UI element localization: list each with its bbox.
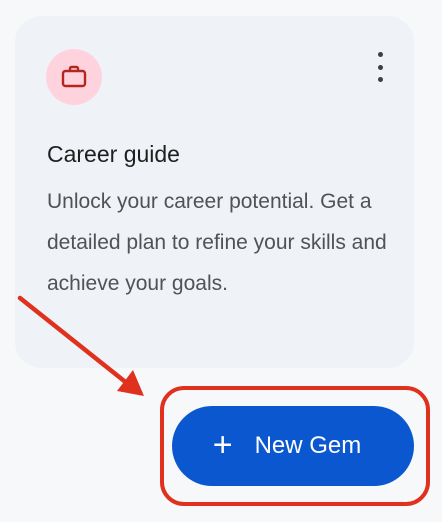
gem-badge [46,49,102,105]
plus-icon: + [212,425,233,464]
new-gem-label: New Gem [254,432,362,459]
gem-card-career-guide[interactable]: Career guide Unlock your career potentia… [15,16,414,368]
new-gem-button[interactable]: + New Gem [172,406,414,486]
briefcase-icon [61,65,87,88]
gem-title: Career guide [47,141,180,167]
gem-description: Unlock your career potential. Get a deta… [47,190,387,295]
more-vert-icon[interactable] [372,52,388,82]
